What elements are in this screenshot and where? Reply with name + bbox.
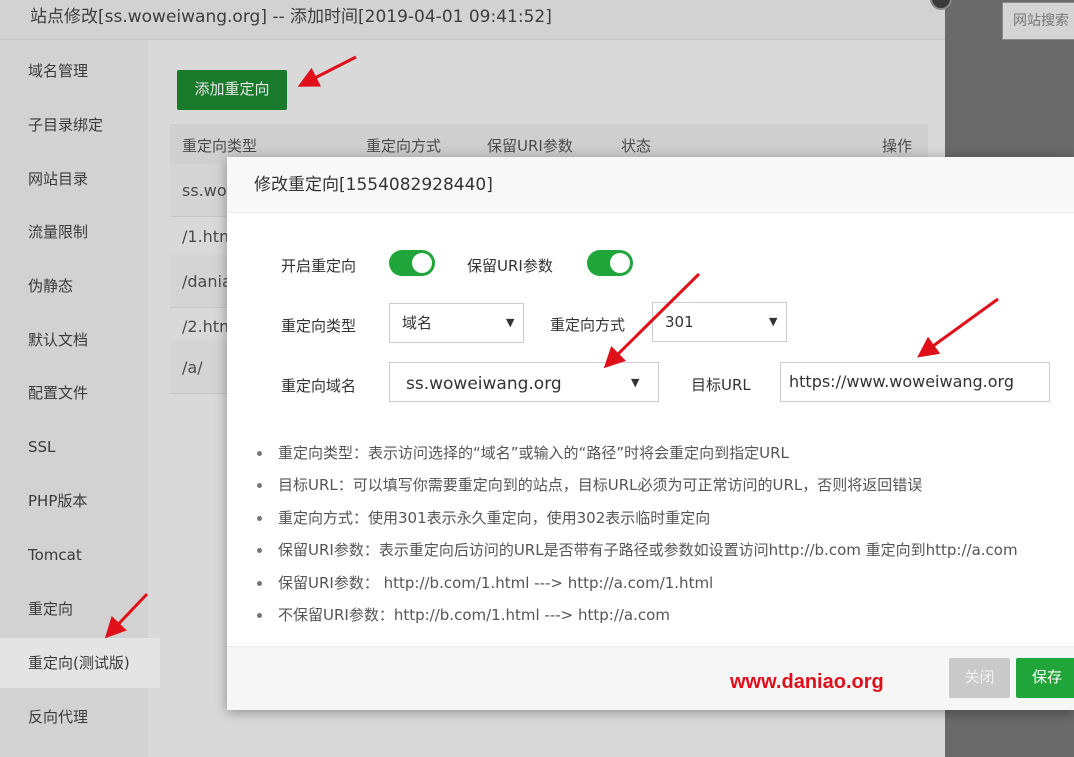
background-search-box: 网站搜索 bbox=[1002, 2, 1074, 40]
sidebar-item-redirect[interactable]: 重定向 bbox=[0, 584, 160, 634]
enable-redirect-label: 开启重定向 bbox=[281, 257, 357, 275]
close-button[interactable]: 关闭 bbox=[949, 658, 1010, 698]
watermark-text: www.daniao.org bbox=[730, 671, 884, 693]
help-tip: 重定向类型：表示访问选择的“域名”或输入的“路径”时将会重定向到指定URL bbox=[257, 441, 1074, 473]
sidebar-item-site-directory[interactable]: 网站目录 bbox=[0, 154, 160, 204]
sidebar-item-tomcat[interactable]: Tomcat bbox=[0, 530, 160, 580]
sidebar-item-redirect-beta[interactable]: 重定向(测试版) bbox=[0, 638, 160, 688]
sidebar-item-domain-management[interactable]: 域名管理 bbox=[0, 46, 160, 96]
help-tip: 目标URL：可以填写你需要重定向到的站点，目标URL必须为可正常访问的URL，否… bbox=[257, 473, 1074, 505]
redirect-domain-select[interactable]: ss.woweiwang.org ▼ bbox=[389, 362, 659, 402]
toggle-knob bbox=[610, 253, 630, 273]
help-tip: 保留URI参数：表示重定向后访问的URL是否带有子路径或参数如设置访问http:… bbox=[257, 538, 1074, 570]
edit-redirect-modal: 修改重定向[1554082928440] 开启重定向 保留URI参数 重定向类型… bbox=[227, 157, 1074, 710]
help-tip: 不保留URI参数：http://b.com/1.html ---> http:/… bbox=[257, 603, 1074, 635]
save-button[interactable]: 保存 bbox=[1016, 658, 1074, 698]
sidebar-item-rewrite[interactable]: 伪静态 bbox=[0, 261, 160, 311]
sidebar-item-default-document[interactable]: 默认文档 bbox=[0, 315, 160, 365]
sidebar-item-traffic-limit[interactable]: 流量限制 bbox=[0, 207, 160, 257]
help-tips-list: 重定向类型：表示访问选择的“域名”或输入的“路径”时将会重定向到指定URL 目标… bbox=[257, 441, 1074, 635]
keep-uri-toggle[interactable] bbox=[587, 250, 633, 276]
redirect-type-value: 域名 bbox=[402, 314, 433, 332]
target-url-input[interactable]: https://www.woweiwang.org bbox=[780, 362, 1050, 402]
sidebar-item-config-file[interactable]: 配置文件 bbox=[0, 368, 160, 418]
redirect-method-value: 301 bbox=[665, 313, 694, 331]
redirect-method-label: 重定向方式 bbox=[550, 316, 626, 334]
table-cell: /a/ bbox=[182, 358, 203, 377]
sidebar-item-reverse-proxy[interactable]: 反向代理 bbox=[0, 692, 160, 742]
site-edit-title: 站点修改[ss.woweiwang.org] -- 添加时间[2019-04-0… bbox=[0, 0, 945, 40]
help-tip: 保留URI参数： http://b.com/1.html ---> http:/… bbox=[257, 571, 1074, 603]
caret-down-icon: ▼ bbox=[631, 376, 640, 389]
target-url-label: 目标URL bbox=[691, 376, 751, 394]
site-edit-sidebar: 域名管理 子目录绑定 网站目录 流量限制 伪静态 默认文档 配置文件 SSL P… bbox=[0, 40, 160, 757]
redirect-type-label: 重定向类型 bbox=[281, 317, 357, 335]
redirect-type-select[interactable]: 域名 ▼ bbox=[389, 303, 524, 343]
add-redirect-button[interactable]: 添加重定向 bbox=[177, 70, 287, 110]
edit-redirect-title: 修改重定向[1554082928440] bbox=[227, 157, 1074, 213]
modal-footer: 关闭 保存 bbox=[227, 646, 1074, 710]
table-cell: /dania bbox=[182, 272, 232, 291]
caret-down-icon: ▼ bbox=[769, 315, 778, 328]
redirect-domain-label: 重定向域名 bbox=[281, 377, 357, 395]
toggle-knob bbox=[412, 253, 432, 273]
sidebar-item-subdirectory-binding[interactable]: 子目录绑定 bbox=[0, 100, 160, 150]
help-tip: 重定向方式：使用301表示永久重定向，使用302表示临时重定向 bbox=[257, 506, 1074, 538]
sidebar-item-php-version[interactable]: PHP版本 bbox=[0, 476, 160, 526]
enable-redirect-toggle[interactable] bbox=[389, 250, 435, 276]
sidebar-item-ssl[interactable]: SSL bbox=[0, 422, 160, 472]
keep-uri-label: 保留URI参数 bbox=[467, 257, 553, 275]
caret-down-icon: ▼ bbox=[506, 316, 515, 329]
redirect-domain-value: ss.woweiwang.org bbox=[406, 374, 562, 394]
redirect-method-select[interactable]: 301 ▼ bbox=[652, 302, 787, 342]
